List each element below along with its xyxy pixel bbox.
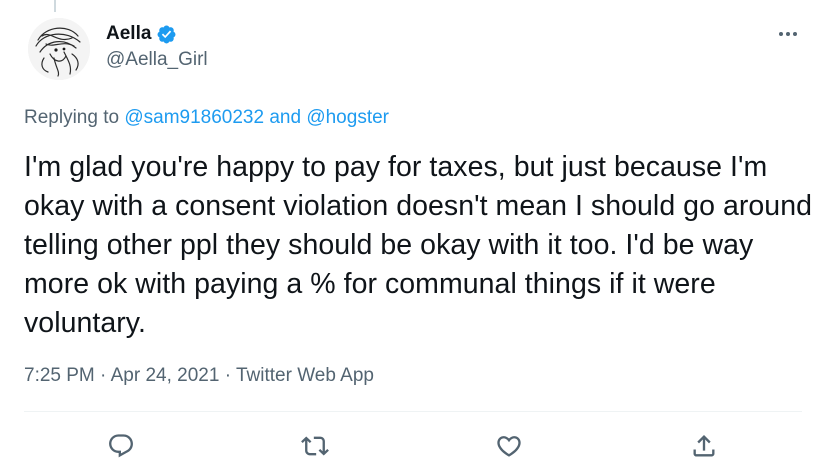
mention-link-sam91860232[interactable]: @sam91860232 [124, 107, 264, 128]
display-name[interactable]: Aella [106, 23, 151, 45]
tweet-body-text: I'm glad you're happy to pay for taxes, … [24, 151, 812, 339]
like-button[interactable] [491, 428, 527, 464]
more-options-button[interactable] [774, 22, 802, 46]
retweet-button[interactable] [297, 428, 333, 464]
mention-joiner[interactable]: and [269, 107, 301, 128]
tweet-metadata: 7:25 PM · Apr 24, 2021 · Twitter Web App [24, 365, 374, 387]
tweet-action-bar [0, 428, 816, 464]
thread-connector-line [54, 0, 56, 12]
replying-to-label: Replying to [24, 107, 120, 128]
actions-divider [24, 411, 802, 412]
reply-icon [109, 434, 133, 458]
share-button[interactable] [686, 428, 722, 464]
avatar-sketch-image [28, 18, 90, 80]
tweet-time[interactable]: 7:25 PM [24, 365, 95, 386]
tweet-header: Aella @Aella_Girl [24, 18, 804, 84]
tweet-source[interactable]: Twitter Web App [236, 365, 374, 386]
avatar[interactable] [28, 18, 90, 80]
mention-link-hogster[interactable]: @hogster [306, 107, 389, 128]
meta-separator: · [100, 365, 107, 386]
meta-separator: · [224, 365, 232, 386]
replying-to-line: Replying to @sam91860232 and @hogster [24, 107, 389, 129]
heart-icon [497, 436, 521, 457]
verified-badge-icon [156, 24, 177, 45]
retweet-icon [301, 436, 329, 456]
reply-button[interactable] [103, 428, 139, 464]
share-icon [693, 435, 715, 457]
more-dots-icon [779, 32, 797, 36]
tweet-date[interactable]: Apr 24, 2021 [111, 365, 220, 386]
user-handle[interactable]: @Aella_Girl [106, 49, 208, 71]
